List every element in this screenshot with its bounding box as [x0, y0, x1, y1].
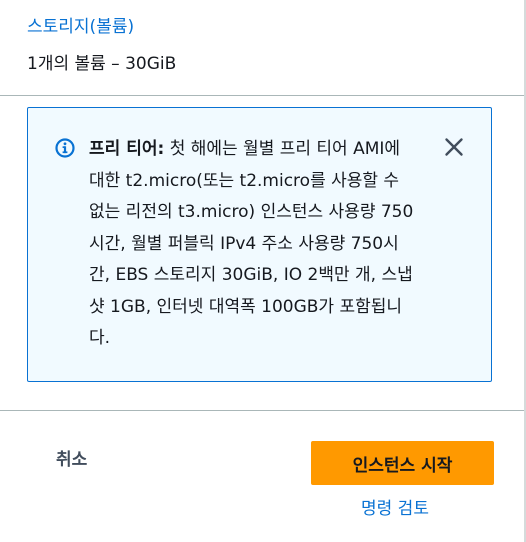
free-tier-alert-title: 프리 티어: [89, 139, 165, 159]
footer-divider [0, 410, 524, 411]
cancel-button[interactable]: 취소 [56, 447, 87, 473]
section-divider [0, 95, 524, 96]
info-icon [55, 138, 75, 158]
review-commands-link[interactable]: 명령 검토 [361, 496, 429, 522]
free-tier-alert-content: 프리 티어: 첫 해에는 월별 프리 티어 AMI에 대한 t2.micro(또… [89, 134, 419, 355]
storage-volumes-link[interactable]: 스토리지(볼륨) [27, 14, 134, 40]
launch-instance-button[interactable]: 인스턴스 시작 [311, 441, 494, 485]
close-icon[interactable] [442, 135, 466, 159]
free-tier-alert: 프리 티어: 첫 해에는 월별 프리 티어 AMI에 대한 t2.micro(또… [27, 107, 492, 382]
free-tier-alert-message: 첫 해에는 월별 프리 티어 AMI에 대한 t2.micro(또는 t2.mi… [89, 139, 414, 348]
storage-summary: 1개의 볼륨 – 30GiB [27, 54, 177, 74]
